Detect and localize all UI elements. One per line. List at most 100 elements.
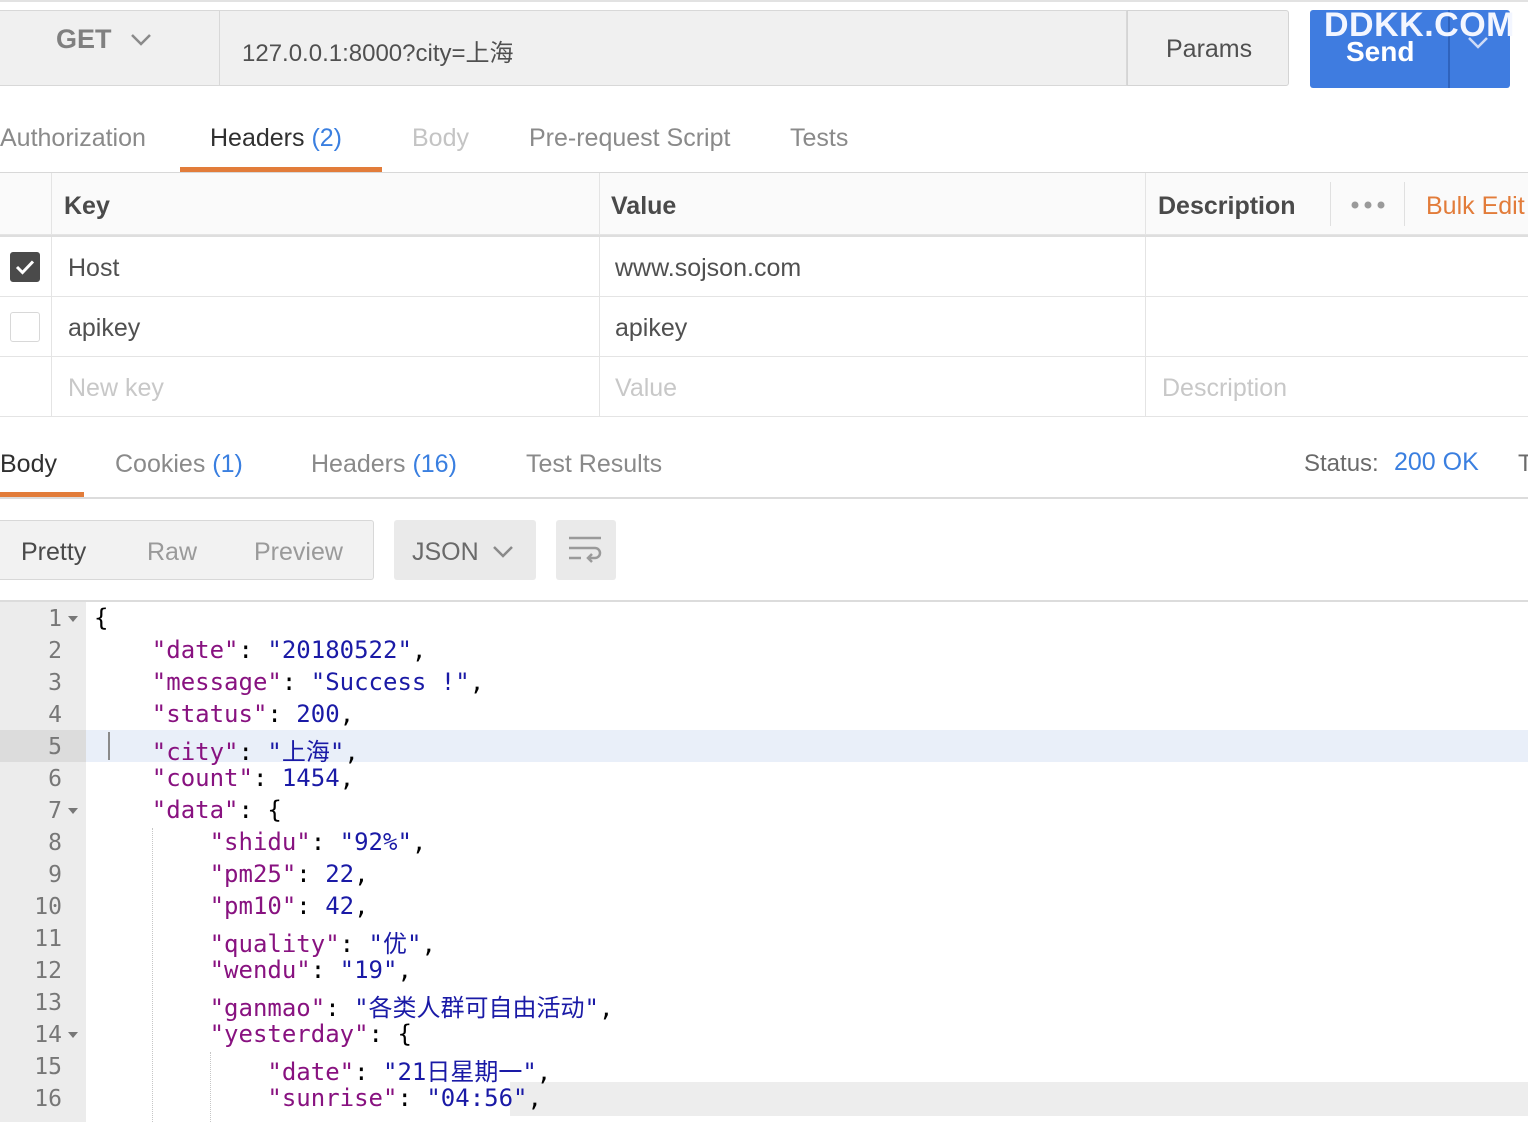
tab-label: Cookies (115, 450, 206, 478)
column-header-label: Description (1158, 192, 1296, 220)
value-cell[interactable]: www.sojson.com (600, 237, 1146, 297)
line-number: 7 (48, 798, 62, 824)
new-description-input[interactable]: Description (1146, 357, 1528, 417)
divider (1330, 182, 1331, 226)
wrap-lines-button[interactable] (556, 520, 616, 580)
params-button-label: Params (1166, 35, 1253, 63)
fold-arrow-icon[interactable] (68, 1032, 78, 1038)
tab-body[interactable]: Body (412, 124, 469, 153)
code-line: "date": "20180522", (151, 636, 427, 664)
format-label: JSON (412, 538, 479, 566)
column-header-key: Key (52, 173, 600, 235)
tab-pre-request-script[interactable]: Pre-request Script (529, 124, 730, 153)
response-tab-cookies[interactable]: Cookies (1) (115, 450, 243, 479)
tab-authorization[interactable]: Authorization (0, 124, 146, 153)
tab-count: (2) (311, 124, 343, 152)
code-line: "pm10": 42, (209, 892, 369, 920)
code-line: "date": "21日星期一", (267, 1058, 552, 1086)
line-number: 10 (34, 894, 62, 920)
fold-arrow-icon[interactable] (68, 616, 78, 622)
placeholder: New key (68, 374, 164, 402)
code-line: "status": 200, (151, 700, 355, 728)
tab-label: Body (412, 124, 469, 152)
key-cell[interactable]: apikey (52, 297, 600, 357)
value-cell[interactable]: apikey (600, 297, 1146, 357)
tab-label: Body (0, 450, 57, 478)
line-number: 6 (48, 766, 62, 792)
divider (0, 600, 1528, 602)
line-number: 9 (48, 862, 62, 888)
tab-label: Test Results (526, 450, 663, 478)
chevron-down-icon (131, 34, 151, 46)
value-text: apikey (615, 314, 688, 342)
line-number: 1 (48, 606, 62, 632)
row-checkbox[interactable] (10, 252, 40, 282)
description-cell[interactable] (1146, 297, 1528, 357)
code-line: "ganmao": "各类人群可自由活动", (209, 994, 614, 1022)
description-cell[interactable] (1146, 237, 1528, 297)
line-number: 2 (48, 638, 62, 664)
line-number: 4 (48, 702, 62, 728)
url-value: 127.0.0.1:8000?city=上海 (242, 40, 514, 67)
line-number: 12 (34, 958, 62, 984)
line-number: 13 (34, 990, 62, 1016)
row-check-cell (0, 237, 52, 297)
row-check-cell (0, 357, 52, 417)
value-text: www.sojson.com (615, 254, 802, 282)
code-line: "wendu": "19", (209, 956, 412, 984)
key-cell[interactable]: Host (52, 237, 600, 297)
response-tab-headers[interactable]: Headers (16) (311, 450, 457, 479)
code-line: "message": "Success !", (151, 668, 485, 696)
line-number: 8 (48, 830, 62, 856)
tab-label: Authorization (0, 124, 146, 152)
line-number: 11 (34, 926, 62, 952)
tab-tests[interactable]: Tests (790, 124, 848, 153)
table-header-spacer (0, 173, 52, 235)
code-line: "yesterday": { (209, 1020, 412, 1048)
tab-headers[interactable]: Headers (2) (210, 124, 342, 153)
text-selection (510, 1082, 1528, 1116)
column-header-value: Value (600, 173, 1146, 235)
tab-count: (16) (412, 450, 457, 478)
wrap-lines-icon (569, 536, 602, 563)
tab-label: Headers (210, 124, 305, 152)
code-line: { (94, 604, 109, 632)
tab-label: Tests (790, 124, 849, 152)
ellipsis-icon[interactable] (1350, 198, 1386, 212)
response-tab-body[interactable]: Body (0, 450, 57, 479)
code-line: "shidu": "92%", (209, 828, 427, 856)
view-mode-preview[interactable]: Preview (254, 538, 343, 567)
line-number: 3 (48, 670, 62, 696)
key-value: Host (68, 254, 120, 282)
method-label: GET (56, 24, 112, 54)
row-checkbox[interactable] (10, 312, 40, 342)
bulk-edit-link[interactable]: Bulk Edit (1426, 192, 1525, 221)
tab-label: Pre-request Script (529, 124, 731, 152)
placeholder: Description (1162, 374, 1288, 402)
divider (0, 497, 1528, 499)
code-line: "quality": "优", (209, 930, 436, 958)
code-line: "count": 1454, (151, 764, 355, 792)
column-header-label: Key (64, 192, 110, 220)
column-header-label: Value (611, 192, 677, 220)
line-number: 5 (48, 734, 62, 760)
line-number: 15 (34, 1054, 62, 1080)
checkmark-icon (15, 260, 35, 275)
placeholder: Value (615, 374, 678, 402)
view-mode-raw[interactable]: Raw (147, 538, 197, 567)
new-value-input[interactable]: Value (600, 357, 1146, 417)
key-value: apikey (68, 314, 141, 342)
fold-arrow-icon[interactable] (68, 808, 78, 814)
response-tab-test-results[interactable]: Test Results (526, 450, 662, 479)
view-mode-pretty[interactable]: Pretty (21, 538, 86, 567)
tab-count: (1) (212, 450, 243, 478)
chevron-down-icon (493, 546, 513, 558)
new-key-input[interactable]: New key (52, 357, 600, 417)
tab-label: Headers (311, 450, 406, 478)
watermark-logo: DDKK.COM (1324, 6, 1515, 44)
code-line: "sunrise": "04:56", (267, 1084, 542, 1112)
row-check-cell (0, 297, 52, 357)
line-number: 16 (34, 1086, 62, 1112)
code-line: "city": "上海", (151, 738, 359, 766)
status-badge: 200 OK (1394, 448, 1479, 476)
